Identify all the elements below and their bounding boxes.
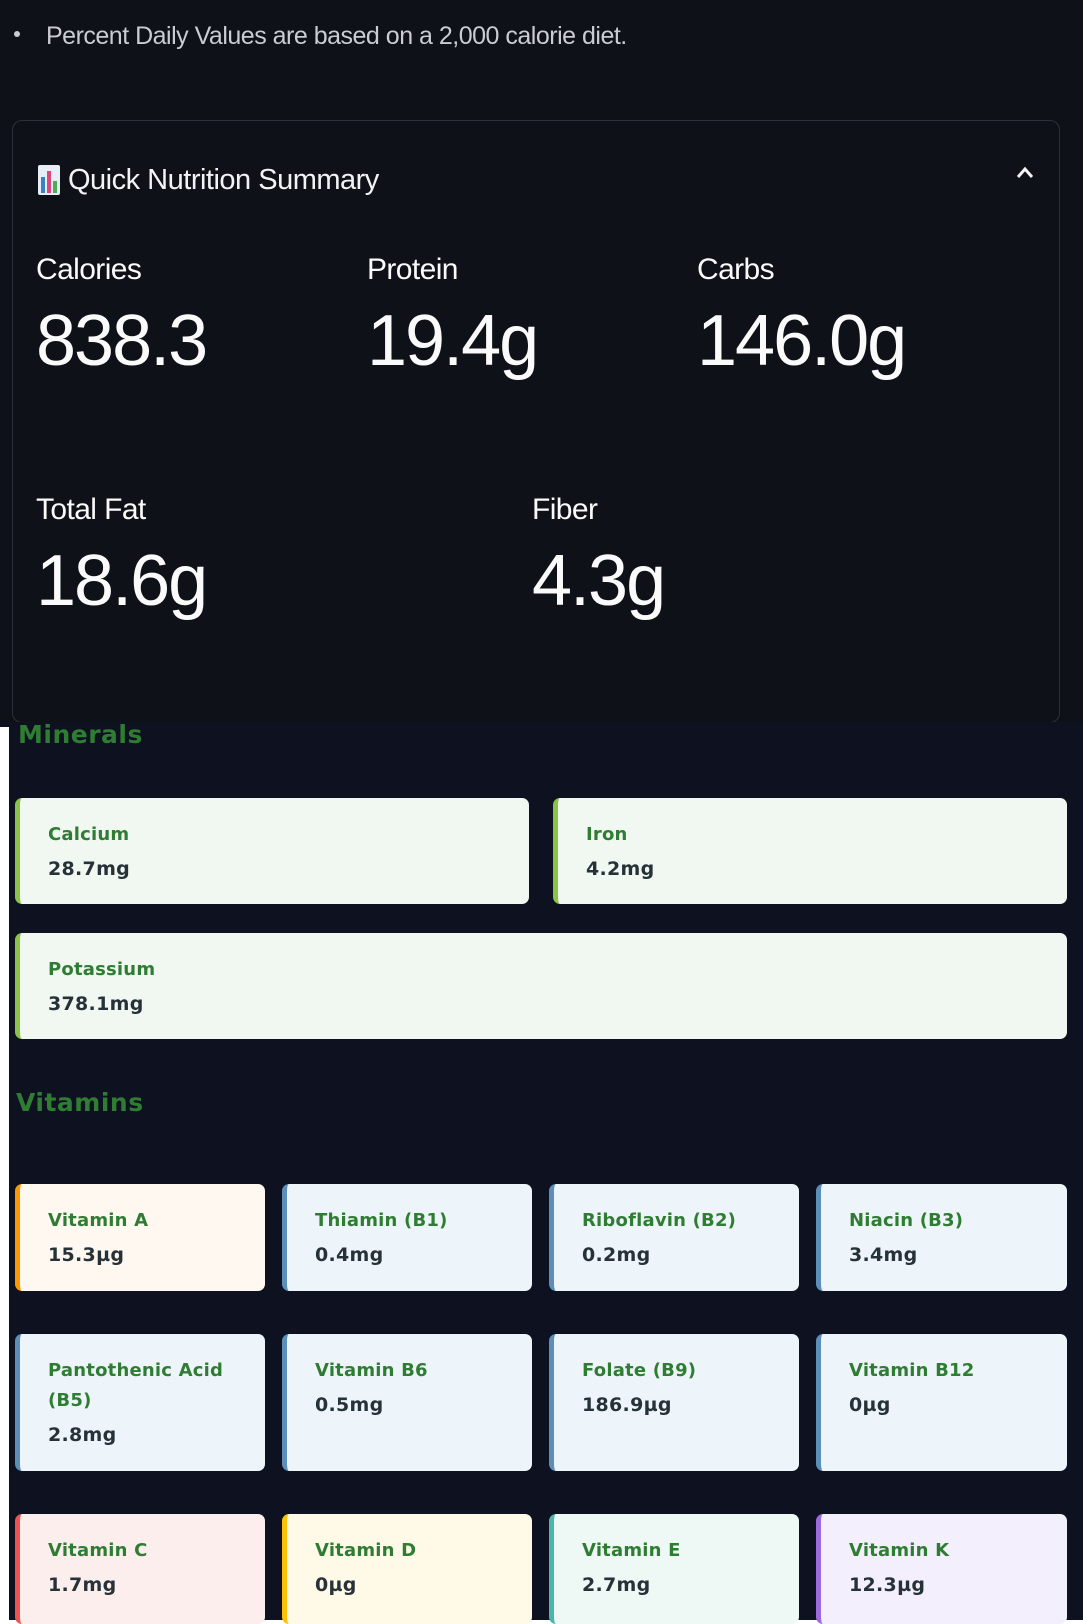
metric-label: Carbs	[697, 253, 775, 286]
expander-title: Quick Nutrition Summary	[68, 163, 379, 196]
vitamin-card-c: Vitamin C 1.7mg	[15, 1514, 265, 1624]
vitamin-card-b1: Thiamin (B1) 0.4mg	[282, 1184, 532, 1291]
nutrient-value: 0µg	[849, 1394, 891, 1416]
chevron-up-icon[interactable]	[1013, 161, 1037, 185]
metric-calories: Calories 838.3	[36, 253, 208, 381]
nutrient-name: Vitamin D	[315, 1540, 417, 1561]
vitamin-card-a: Vitamin A 15.3µg	[15, 1184, 265, 1291]
nutrient-name: Niacin (B3)	[849, 1210, 964, 1231]
nutrient-name: Pantothenic Acid (B5)	[48, 1360, 224, 1411]
vitamin-card-e: Vitamin E 2.7mg	[549, 1514, 799, 1624]
vitamin-card-d: Vitamin D 0µg	[282, 1514, 532, 1624]
vitamin-card-b3: Niacin (B3) 3.4mg	[816, 1184, 1067, 1291]
nutrient-value: 1.7mg	[48, 1574, 117, 1596]
vitamin-card-k: Vitamin K 12.3µg	[816, 1514, 1067, 1624]
nutrient-value: 0µg	[315, 1574, 357, 1596]
nutrient-name: Vitamin A	[48, 1210, 149, 1231]
metric-fiber: Fiber 4.3g	[532, 493, 666, 621]
nutrient-name: Potassium	[48, 959, 156, 980]
metric-value: 18.6g	[36, 541, 208, 621]
nutrient-name: Vitamin E	[582, 1540, 681, 1561]
bullet-icon	[14, 31, 20, 38]
minerals-heading: Minerals	[18, 720, 143, 749]
vitamin-card-b6: Vitamin B6 0.5mg	[282, 1334, 532, 1471]
nutrient-value: 378.1mg	[48, 993, 144, 1015]
metric-protein: Protein 19.4g	[367, 253, 539, 381]
expander-header[interactable]: Quick Nutrition Summary	[38, 163, 379, 197]
nutrient-name: Thiamin (B1)	[315, 1210, 448, 1231]
metric-value: 4.3g	[532, 541, 666, 621]
nutrient-value: 186.9µg	[582, 1394, 672, 1416]
vitamin-card-b2: Riboflavin (B2) 0.2mg	[549, 1184, 799, 1291]
metric-label: Protein	[367, 253, 458, 286]
metric-value: 838.3	[36, 301, 208, 381]
metric-value: 19.4g	[367, 301, 539, 381]
metric-carbs: Carbs 146.0g	[697, 253, 907, 381]
nutrient-name: Vitamin B12	[849, 1360, 975, 1381]
nutrient-name: Vitamin B6	[315, 1360, 428, 1381]
vitamins-heading: Vitamins	[16, 1088, 144, 1117]
nutrient-value: 28.7mg	[48, 858, 131, 880]
nutrient-name: Vitamin C	[48, 1540, 148, 1561]
nutrition-summary-expander[interactable]: Quick Nutrition Summary	[12, 120, 1060, 723]
metric-label: Fiber	[532, 493, 598, 526]
nutrient-name: Vitamin K	[849, 1540, 950, 1561]
nutrient-value: 2.7mg	[582, 1574, 651, 1596]
bar-chart-icon	[38, 165, 60, 195]
vitamin-card-b9: Folate (B9) 186.9µg	[549, 1334, 799, 1471]
vitamin-card-b5: Pantothenic Acid (B5) 2.8mg	[15, 1334, 265, 1471]
metric-value: 146.0g	[697, 301, 907, 381]
nutrient-value: 4.2mg	[586, 858, 655, 880]
nutrient-value: 3.4mg	[849, 1244, 918, 1266]
mineral-card-potassium: Potassium 378.1mg	[15, 933, 1067, 1039]
note-text: Percent Daily Values are based on a 2,00…	[46, 22, 627, 50]
nutrient-name: Calcium	[48, 824, 130, 845]
nutrient-value: 2.8mg	[48, 1424, 117, 1446]
nutrient-value: 0.2mg	[582, 1244, 651, 1266]
nutrient-name: Folate (B9)	[582, 1360, 697, 1381]
nutrient-value: 15.3µg	[48, 1244, 125, 1266]
daily-value-note: Percent Daily Values are based on a 2,00…	[14, 22, 627, 51]
metric-total-fat: Total Fat 18.6g	[36, 493, 208, 621]
metric-label: Total Fat	[36, 493, 146, 526]
nutrient-value: 12.3µg	[849, 1574, 926, 1596]
nutrient-value: 0.5mg	[315, 1394, 384, 1416]
nutrient-name: Riboflavin (B2)	[582, 1210, 737, 1231]
nutrient-name: Iron	[586, 824, 628, 845]
vitamin-card-b12: Vitamin B12 0µg	[816, 1334, 1067, 1471]
nutrient-value: 0.4mg	[315, 1244, 384, 1266]
mineral-card-iron: Iron 4.2mg	[553, 798, 1067, 904]
mineral-card-calcium: Calcium 28.7mg	[15, 798, 529, 904]
metric-label: Calories	[36, 253, 142, 286]
